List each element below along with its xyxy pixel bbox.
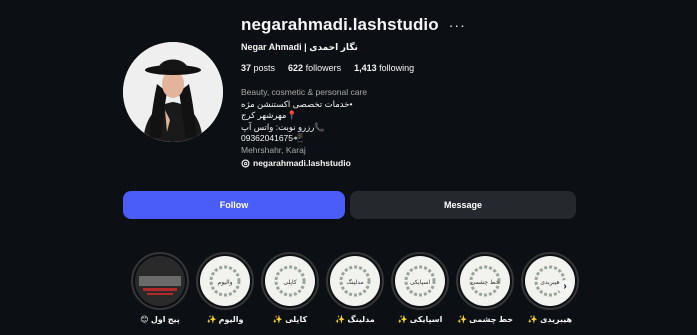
highlight-label: کاپلی ✨ [272, 315, 308, 324]
posts-count: 37 [241, 63, 252, 73]
highlight-item[interactable]: مدلینگ مدلینگ ✨ [326, 252, 384, 324]
followers-stat[interactable]: 622 followers [288, 63, 341, 75]
threads-handle: negarahmadi.lashstudio [253, 157, 351, 168]
highlight-cover: کاپلی [265, 256, 315, 306]
category-label: Beauty, cosmetic & personal care [241, 87, 367, 97]
highlight-cover-text: کاپلی [283, 279, 296, 286]
highlight-ring: خط چشمی [456, 252, 514, 310]
highlight-cover [135, 256, 185, 306]
message-button[interactable]: Message [350, 191, 576, 219]
threads-icon [241, 159, 250, 168]
highlight-cover: والیوم [200, 256, 250, 306]
highlight-ring: والیوم [196, 252, 254, 310]
following-stat[interactable]: 1,413 following [354, 63, 414, 75]
following-label: following [379, 63, 415, 73]
highlight-ring [131, 252, 189, 310]
more-options-icon[interactable]: ··· [449, 17, 466, 33]
username-row: negarahmadi.lashstudio ··· [241, 14, 641, 36]
chevron-right-icon[interactable]: › [558, 280, 572, 294]
posts-stat: 37 posts [241, 63, 275, 75]
highlight-cover-text: هیبریدی [540, 279, 560, 286]
highlight-label: خط چشمی ✨ [456, 315, 514, 324]
highlight-cover-text: والیوم [217, 279, 232, 286]
profile-header: negarahmadi.lashstudio ··· Negar Ahmadi … [241, 14, 641, 169]
profile-avatar[interactable] [123, 42, 223, 142]
bio-line: 📞رزرو نوبت: واتس آپ [241, 121, 325, 132]
highlight-ring: مدلینگ [326, 252, 384, 310]
highlight-item[interactable]: اسپایکی اسپایکی ✨ [391, 252, 449, 324]
follow-button[interactable]: Follow [123, 191, 345, 219]
followers-label: followers [305, 63, 342, 73]
location: Mehrshahr, Karaj [241, 144, 306, 155]
full-name: Negar Ahmadi | نگار احمدی [241, 42, 358, 52]
highlight-item[interactable]: کاپلی کاپلی ✨ [261, 252, 319, 324]
bio-line: •خدمات تخصصی اکستنشن مژه [241, 98, 353, 109]
highlight-ring: اسپایکی [391, 252, 449, 310]
highlight-label: والیوم ✨ [206, 315, 244, 324]
bio: Beauty, cosmetic & personal care •خدمات … [241, 87, 641, 169]
highlight-ring: کاپلی [261, 252, 319, 310]
highlight-cover-text: خط چشمی [471, 279, 500, 286]
highlight-item[interactable]: پیج اول 😊 [131, 252, 189, 324]
threads-link[interactable]: negarahmadi.lashstudio [241, 158, 641, 170]
following-count: 1,413 [354, 63, 377, 73]
highlight-cover-text: مدلینگ [346, 278, 363, 286]
username: negarahmadi.lashstudio [241, 15, 439, 34]
highlight-label: هیبریدی ✨ [527, 315, 573, 324]
highlight-item[interactable]: خط چشمی خط چشمی ✨ [456, 252, 514, 324]
highlight-ring: هیبریدی [521, 252, 579, 310]
avatar-image [123, 42, 223, 142]
highlight-label: اسپایکی ✨ [397, 315, 443, 324]
highlight-cover: خط چشمی [460, 256, 510, 306]
posts-label: posts [253, 63, 276, 73]
highlight-cover-text: اسپایکی [410, 279, 431, 286]
bio-line: 📍مهرشهر کرج [241, 110, 298, 121]
bio-line-phone: 09362041675📲 [241, 133, 304, 144]
highlight-item[interactable]: والیوم والیوم ✨ [196, 252, 254, 324]
highlight-label: مدلینگ ✨ [335, 315, 375, 324]
highlight-cover: مدلینگ [330, 256, 380, 306]
followers-count: 622 [288, 63, 304, 73]
highlight-cover: اسپایکی [395, 256, 445, 306]
profile-stats: 37 posts 622 followers 1,413 following [241, 63, 641, 75]
highlight-label: پیج اول 😊 [140, 315, 180, 324]
story-highlights: پیج اول 😊 والیوم والیوم ✨ کاپلی کاپلی ✨ … [131, 252, 581, 332]
